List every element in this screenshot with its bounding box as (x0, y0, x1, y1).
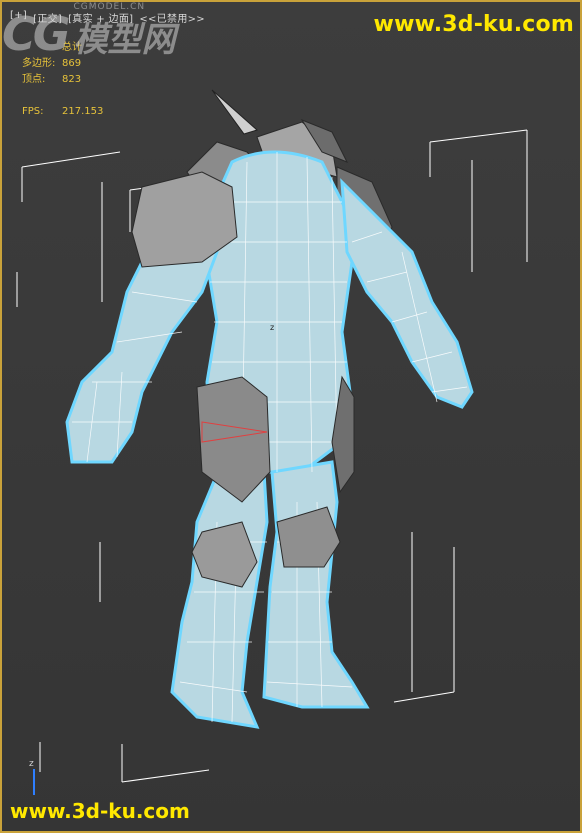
watermark-cg-site: CGMODEL.CN (73, 2, 146, 12)
character-mesh (65, 150, 474, 729)
model-horn (211, 89, 258, 135)
watermark-cg-text: CGMODEL.CN 模型网 (74, 2, 176, 61)
watermark-bottom: www.3d-ku.com (10, 799, 190, 823)
stats-verts-value: 823 (62, 74, 82, 85)
watermark-cgmodel: CG CGMODEL.CN 模型网 (2, 2, 580, 61)
watermark-cg-logo: CG (2, 7, 70, 61)
stats-verts-row: 顶点: 823 (22, 72, 103, 88)
viewport[interactable]: z [+] [正交] [真实 + 边面] <<已禁用>> 总计 多边形: 869… (0, 0, 582, 833)
stats-fps-value: 217.153 (62, 106, 104, 117)
stats-verts-label: 顶点: (22, 74, 46, 85)
model-scene[interactable]: z (2, 2, 582, 833)
axis-gizmo-icon: z (29, 759, 35, 795)
pivot-marker: z (270, 323, 274, 332)
axis-z-label: z (29, 759, 34, 769)
stats-fps-label: FPS: (22, 106, 44, 117)
watermark-cg-cn: 模型网 (73, 20, 176, 60)
stats-fps-row: FPS: 217.153 (22, 104, 103, 120)
